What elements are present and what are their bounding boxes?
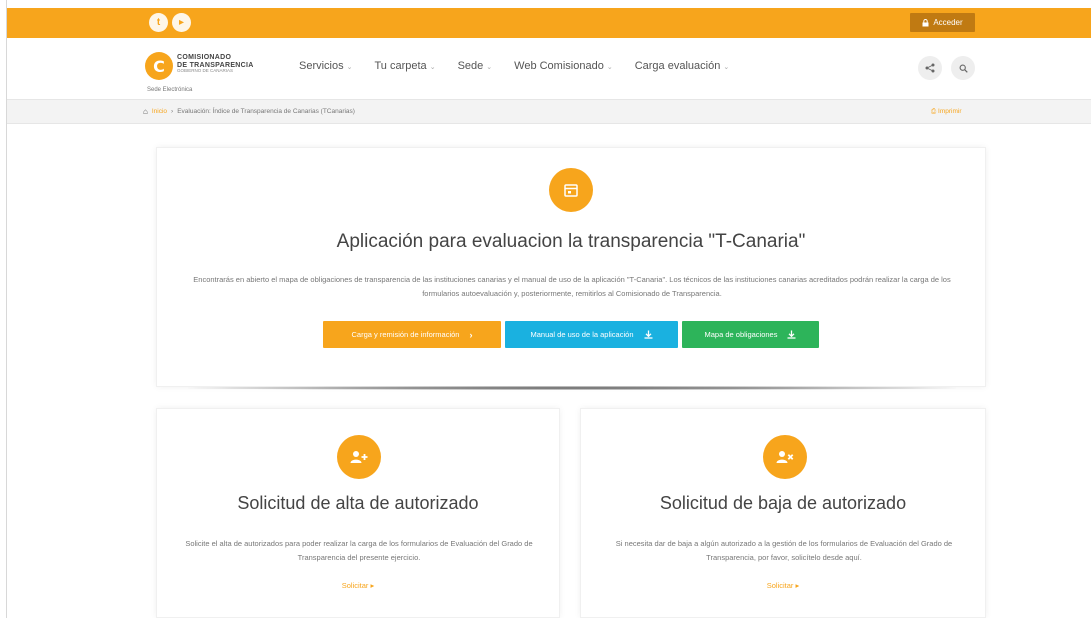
nav-label: Carga evaluación [634, 60, 721, 72]
carga-remision-label: Carga y remisión de información [351, 330, 460, 339]
arrow-right-icon: › [469, 329, 473, 340]
add-user-icon [337, 435, 381, 479]
breadcrumb-separator: › [171, 108, 174, 115]
search-icon [959, 64, 968, 73]
calendar-icon [549, 168, 593, 212]
breadcrumb-bar: ⌂ Inicio › Evaluación: Índice de Transpa… [7, 99, 1091, 124]
logo-icon[interactable]: C [145, 52, 173, 80]
nav-item-tu-carpeta[interactable]: Tu carpeta ⌄ [375, 60, 436, 72]
youtube-icon[interactable]: ▸ [172, 13, 191, 32]
baja-card: Solicitud de baja de autorizado Si neces… [580, 408, 986, 618]
login-label: Acceder [933, 18, 963, 27]
top-bar: t ▸ Acceder [7, 8, 1091, 38]
chevron-down-icon: ⌄ [723, 64, 730, 71]
nav-item-servicios[interactable]: Servicios ⌄ [299, 60, 353, 72]
nav-item-web-comisionado[interactable]: Web Comisionado ⌄ [514, 60, 613, 72]
baja-solicitar-link[interactable]: Solicitar ▸ [581, 581, 985, 590]
logo-line-3: GOBIERNO DE CANARIAS [177, 68, 234, 74]
chevron-down-icon: ⌄ [486, 64, 493, 71]
print-label: Imprimir [938, 108, 962, 115]
carga-remision-button[interactable]: Carga y remisión de información › [323, 321, 501, 348]
login-button[interactable]: Acceder [910, 13, 975, 32]
nav-label: Servicios [299, 60, 344, 72]
print-link[interactable]: ⎙ Imprimir [931, 108, 961, 116]
chevron-down-icon: ⌄ [429, 64, 436, 71]
manual-download-button[interactable]: Manual de uso de la aplicación [505, 321, 678, 348]
download-icon [644, 330, 652, 339]
main-nav: Servicios ⌄ Tu carpeta ⌄ Sede ⌄ Web Comisio… [299, 60, 751, 72]
download-icon [787, 330, 796, 339]
site-header: C COMISIONADO DE TRANSPARENCIA GOBIERNO … [7, 38, 1091, 96]
search-button[interactable] [951, 56, 975, 80]
alta-card: Solicitud de alta de autorizado Solicite… [156, 408, 560, 618]
logo-line-1: COMISIONADO [177, 54, 232, 61]
tcanaria-card: Aplicación para evaluacion la transparen… [156, 147, 986, 387]
mapa-download-button[interactable]: Mapa de obligaciones [682, 321, 819, 348]
lock-icon [922, 18, 929, 26]
chevron-down-icon: ⌄ [606, 64, 613, 71]
print-icon: ⎙ [931, 108, 937, 115]
home-icon[interactable]: ⌂ [143, 107, 148, 116]
twitter-icon[interactable]: t [149, 13, 168, 32]
nav-label: Web Comisionado [514, 60, 604, 72]
logo-glyph: C [153, 56, 165, 76]
logo-text[interactable]: COMISIONADO DE TRANSPARENCIA GOBIERNO DE… [177, 54, 254, 74]
nav-label: Tu carpeta [374, 60, 427, 72]
tcanaria-title: Aplicación para evaluacion la transparen… [336, 231, 806, 252]
sede-label: Sede Electrónica [147, 87, 193, 93]
breadcrumb-home-link[interactable]: Inicio [152, 108, 167, 115]
tcanaria-button-row: Carga y remisión de información › Manual… [323, 321, 819, 348]
breadcrumb: ⌂ Inicio › Evaluación: Índice de Transpa… [143, 107, 355, 116]
manual-download-label: Manual de uso de la aplicación [530, 330, 634, 339]
nav-item-sede[interactable]: Sede ⌄ [458, 60, 493, 72]
share-icon [925, 63, 935, 73]
calendar-glyph [564, 184, 578, 197]
mapa-download-label: Mapa de obligaciones [704, 330, 778, 339]
remove-user-glyph [776, 451, 794, 463]
twitter-glyph: t [156, 17, 161, 28]
tcanaria-description: Encontrarás en abierto el mapa de obliga… [193, 275, 951, 299]
share-button[interactable] [918, 56, 942, 80]
baja-description: Si necesita dar de baja a algún autoriza… [615, 539, 953, 563]
alta-solicitar-link[interactable]: Solicitar ▸ [157, 581, 559, 590]
section-divider [187, 386, 957, 390]
breadcrumb-current: Evaluación: Índice de Transparencia de C… [177, 108, 355, 115]
youtube-glyph: ▸ [178, 17, 185, 28]
add-user-glyph [350, 451, 368, 463]
nav-label: Sede [457, 60, 484, 72]
nav-item-carga-evaluacion[interactable]: Carga evaluación ⌄ [635, 60, 730, 72]
remove-user-icon [763, 435, 807, 479]
chevron-down-icon: ⌄ [346, 64, 353, 71]
baja-title: Solicitud de baja de autorizado [659, 493, 907, 513]
browser-frame: t ▸ Acceder C COMISIONADO DE TRANSPARENC… [6, 0, 1091, 618]
alta-title: Solicitud de alta de autorizado [237, 493, 479, 513]
alta-description: Solicite el alta de autorizados para pod… [185, 539, 533, 563]
